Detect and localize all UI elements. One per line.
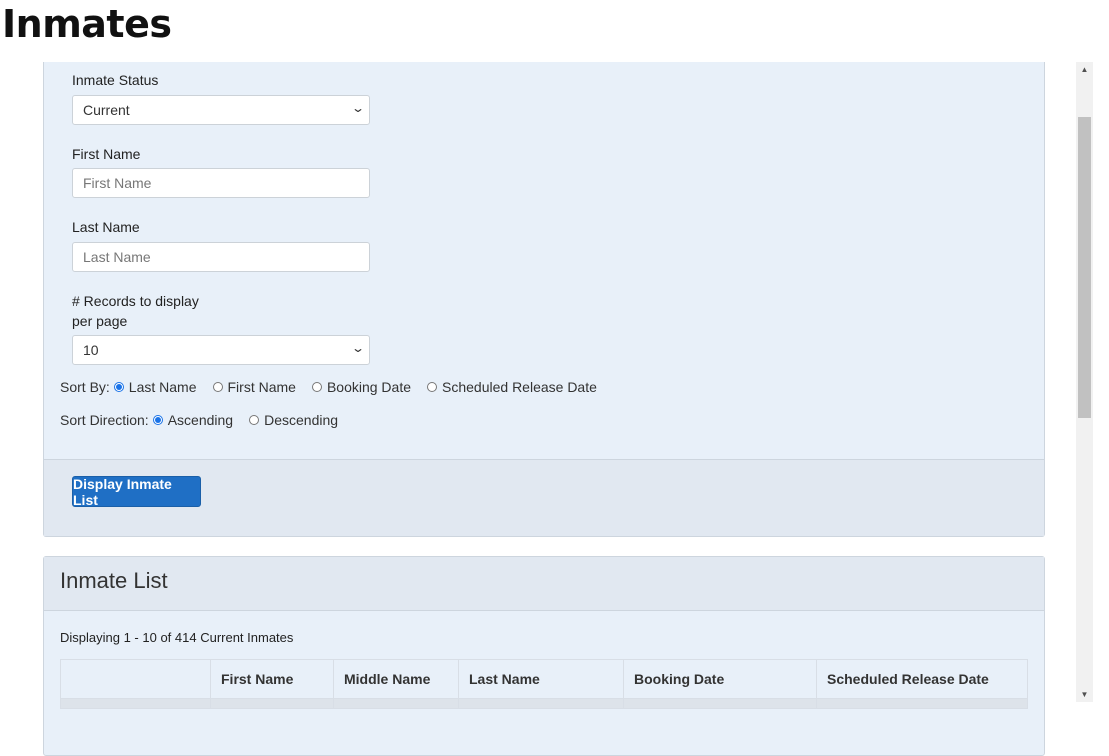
sort-by-release-date[interactable]: Scheduled Release Date bbox=[423, 379, 597, 395]
option-label: Descending bbox=[264, 412, 339, 428]
option-label: First Name bbox=[227, 379, 296, 395]
search-panel-footer: Display Inmate List bbox=[44, 459, 1044, 536]
scrollbar-thumb[interactable] bbox=[1078, 117, 1091, 418]
inmate-table: First Name Middle Name Last Name Booking… bbox=[60, 659, 1028, 709]
first-name-label: First Name bbox=[72, 146, 141, 162]
option-label: Ascending bbox=[167, 412, 234, 428]
option-label: Scheduled Release Date bbox=[442, 379, 597, 395]
sort-by-booking-date[interactable]: Booking Date bbox=[308, 379, 411, 395]
table-header-row: First Name Middle Name Last Name Booking… bbox=[60, 659, 1028, 699]
records-label: # Records to display bbox=[72, 293, 199, 309]
radio-icon[interactable] bbox=[113, 382, 124, 392]
records-value: 10 bbox=[83, 342, 99, 358]
sort-by-first-name[interactable]: First Name bbox=[209, 379, 296, 395]
sort-direction-group: Sort Direction: Ascending Descending bbox=[60, 412, 350, 428]
page-title: Inmates bbox=[2, 2, 172, 46]
sort-by-last-name[interactable]: Last Name bbox=[110, 379, 197, 395]
radio-icon[interactable] bbox=[212, 382, 223, 392]
column-header-middle-name[interactable]: Middle Name bbox=[333, 659, 459, 699]
sort-by-label: Sort By: bbox=[60, 379, 110, 395]
vertical-scrollbar[interactable]: ▲ ▼ bbox=[1076, 62, 1093, 702]
column-header-booking-date[interactable]: Booking Date bbox=[623, 659, 817, 699]
inmate-list-panel: Inmate List Displaying 1 - 10 of 414 Cur… bbox=[43, 556, 1045, 756]
inmate-status-label: Inmate Status bbox=[72, 72, 159, 88]
inmate-list-title: Inmate List bbox=[44, 557, 1044, 611]
last-name-label: Last Name bbox=[72, 219, 140, 235]
first-name-input[interactable]: First Name bbox=[72, 168, 370, 198]
scroll-up-arrow-icon[interactable]: ▲ bbox=[1076, 65, 1093, 74]
sort-direction-label: Sort Direction: bbox=[60, 412, 149, 428]
scroll-down-arrow-icon[interactable]: ▼ bbox=[1076, 690, 1093, 699]
chevron-down-icon: ⌄ bbox=[350, 341, 366, 355]
option-label: Last Name bbox=[128, 379, 197, 395]
inmate-status-select[interactable]: Current ⌄ bbox=[72, 95, 370, 125]
radio-icon[interactable] bbox=[427, 382, 438, 392]
radio-icon[interactable] bbox=[152, 415, 163, 425]
column-header bbox=[60, 659, 211, 699]
sort-ascending[interactable]: Ascending bbox=[149, 412, 233, 428]
column-header-release-date[interactable]: Scheduled Release Date bbox=[816, 659, 1028, 699]
sort-descending[interactable]: Descending bbox=[245, 412, 338, 428]
column-header-last-name[interactable]: Last Name bbox=[458, 659, 624, 699]
display-inmate-list-button[interactable]: Display Inmate List bbox=[72, 476, 201, 508]
option-label: Booking Date bbox=[326, 379, 412, 395]
table-row bbox=[60, 698, 1028, 709]
chevron-down-icon: ⌄ bbox=[350, 101, 366, 115]
last-name-input[interactable]: Last Name bbox=[72, 242, 370, 272]
records-label-2: per page bbox=[72, 313, 128, 329]
radio-icon[interactable] bbox=[249, 415, 260, 425]
radio-icon[interactable] bbox=[311, 382, 322, 392]
records-per-page-select[interactable]: 10 ⌄ bbox=[72, 335, 370, 365]
search-panel: Inmate Status Current ⌄ First Name First … bbox=[43, 62, 1045, 537]
column-header-first-name[interactable]: First Name bbox=[210, 659, 334, 699]
results-summary: Displaying 1 - 10 of 414 Current Inmates bbox=[60, 630, 294, 645]
sort-by-group: Sort By: Last Name First Name Booking Da… bbox=[60, 379, 609, 395]
inmate-status-value: Current bbox=[83, 102, 130, 118]
